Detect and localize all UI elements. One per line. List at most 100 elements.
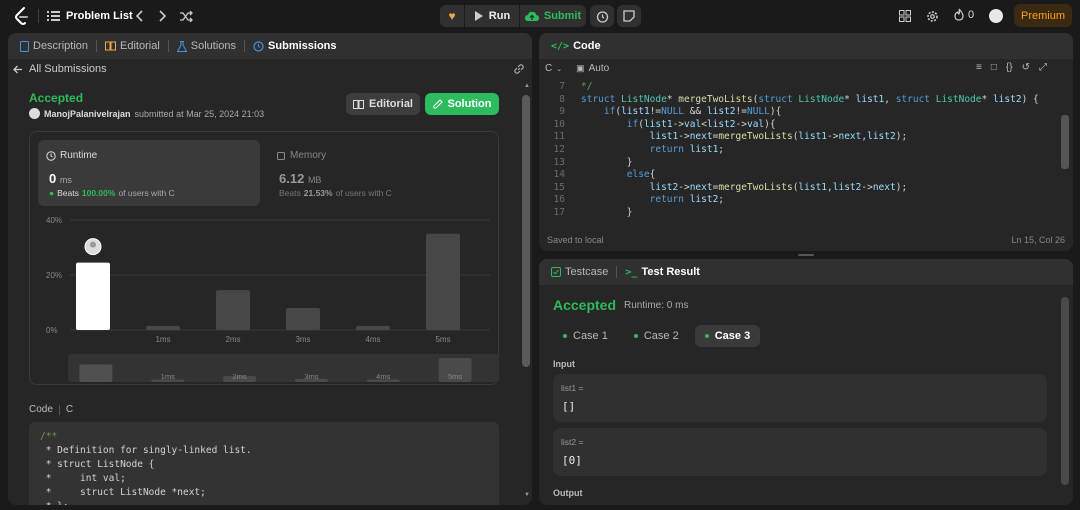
leetcode-logo-icon[interactable] — [14, 7, 30, 28]
result-scrollbar-thumb[interactable] — [1061, 297, 1069, 485]
tab-solutions[interactable]: Solutions — [173, 40, 240, 52]
left-panel: Description Editorial Solutions Submissi… — [8, 33, 532, 505]
notes-button[interactable] — [617, 5, 641, 27]
tab-submissions-label: Submissions — [268, 40, 337, 52]
memory-label: Memory — [276, 150, 326, 161]
case-2-tab[interactable]: Case 2 — [624, 325, 689, 347]
note-icon — [623, 10, 635, 22]
chart-bar[interactable] — [216, 290, 250, 330]
chart-bar[interactable] — [356, 325, 390, 330]
editor-line: 7 */ — [547, 81, 1057, 94]
editor-scrollbar-thumb[interactable] — [1061, 115, 1069, 169]
gear-icon[interactable] — [925, 9, 939, 23]
runtime-stat[interactable]: Runtime 0 ms ● Beats 100.00% of users wi… — [38, 140, 260, 206]
scrollbar[interactable]: ▲ ▼ — [521, 83, 530, 505]
editor-line: 10 if(list1->val<list2->val){ — [547, 119, 1057, 132]
chart-bar[interactable] — [76, 262, 110, 330]
runtime-label: Runtime — [46, 150, 97, 161]
tab-description[interactable]: Description — [16, 40, 92, 52]
edit-icon — [433, 99, 443, 109]
code-editor[interactable]: 7 */8 struct ListNode* mergeTwoLists(struc… — [547, 81, 1057, 221]
memory-label-text: Memory — [290, 150, 327, 161]
chart-bar[interactable] — [146, 325, 180, 330]
case-3-tab[interactable]: Case 3 — [694, 325, 761, 347]
document-icon — [20, 40, 29, 52]
terminal-icon: >_ — [625, 266, 638, 278]
editor-line: 9 if(list1!=NULL && list2!=NULL){ — [547, 106, 1057, 119]
shuffle-icon[interactable] — [178, 8, 194, 24]
tab-submissions[interactable]: Submissions — [249, 40, 340, 52]
streak-counter[interactable]: 0 — [954, 8, 974, 21]
output-label: Output — [553, 488, 583, 498]
chart-bar[interactable] — [426, 233, 460, 330]
flask-icon — [176, 40, 187, 52]
result-scrollbar[interactable] — [1061, 291, 1069, 501]
editor-line: 8 struct ListNode* mergeTwoLists(struct L… — [547, 94, 1057, 107]
auto-mode[interactable]: ▣ Auto — [576, 63, 609, 74]
result-status: Accepted — [553, 297, 617, 313]
tab-editorial[interactable]: Editorial — [101, 40, 164, 52]
case-1-tab[interactable]: Case 1 — [553, 325, 618, 347]
editor-toolbar: C ⌄ ▣ Auto — [545, 63, 609, 74]
mini-chart-label: 1ms — [161, 372, 175, 381]
tab-test-result[interactable]: >_ Test Result — [621, 266, 704, 278]
debug-button[interactable]: ♥ — [440, 5, 464, 27]
code-line: * struct ListNode *next; — [40, 487, 206, 498]
list2-field[interactable]: list2 = [0] — [553, 428, 1047, 476]
list1-field[interactable]: list1 = [] — [553, 374, 1047, 422]
problem-list-link[interactable]: Problem List — [66, 10, 133, 22]
mini-chart-label: 4ms — [376, 372, 390, 381]
runtime-distribution-chart[interactable]: 40% 20% 0% 1ms 2ms 3ms 4ms 5ms — [30, 212, 498, 344]
user-avatar[interactable] — [29, 108, 40, 119]
runtime-range-selector[interactable]: 1ms 2ms 3ms 4ms 5ms — [68, 354, 499, 382]
code-icon: </> — [551, 40, 570, 52]
tab-testcase-label: Testcase — [565, 266, 609, 278]
solution-button[interactable]: Solution — [425, 93, 499, 115]
tab-testcase[interactable]: Testcase — [547, 266, 612, 278]
test-result-panel: Testcase >_ Test Result Accepted Runtime… — [539, 259, 1073, 505]
timer-button[interactable] — [590, 5, 614, 27]
line-number: 16 — [553, 194, 565, 206]
line-number: 15 — [553, 181, 565, 193]
flame-icon — [954, 8, 964, 21]
memory-stat[interactable]: Memory 6.12 MB Beats 21.53% of users wit… — [268, 140, 490, 206]
username[interactable]: ManojPalanivelrajan — [44, 109, 131, 119]
bookmark-icon[interactable]: □ — [991, 62, 997, 73]
list-icon[interactable] — [46, 8, 60, 24]
format-icon[interactable]: ≡ — [976, 62, 982, 73]
tab-code[interactable]: </> Code — [547, 40, 605, 52]
editorial-button[interactable]: Editorial — [346, 93, 420, 115]
submit-button[interactable]: Submit — [520, 5, 586, 27]
performance-card: Runtime 0 ms ● Beats 100.00% of users wi… — [29, 131, 499, 385]
avatar[interactable] — [989, 9, 1003, 23]
memory-value: 6.12 MB — [279, 171, 322, 186]
input-label: Input — [553, 359, 575, 369]
editor-line: 13 } — [547, 157, 1057, 170]
language-select[interactable]: C ⌄ — [545, 63, 562, 74]
streak-count: 0 — [968, 8, 975, 21]
scroll-down-icon[interactable]: ▼ — [524, 492, 530, 498]
line-number: 14 — [553, 169, 565, 181]
resize-handle[interactable] — [798, 254, 814, 256]
alarm-clock-icon — [596, 10, 608, 23]
history-icon — [253, 40, 264, 52]
divider — [167, 40, 169, 52]
submitted-at: submitted at Mar 25, 2024 21:03 — [134, 108, 265, 119]
chevron-right-icon[interactable] — [156, 8, 168, 24]
chevron-left-icon[interactable] — [134, 8, 146, 24]
arrow-left-icon — [13, 65, 22, 73]
run-button[interactable]: Run — [465, 5, 519, 27]
play-icon — [474, 11, 483, 21]
premium-button[interactable]: Premium — [1014, 4, 1072, 27]
scrollbar-thumb[interactable] — [522, 95, 530, 367]
all-submissions-link[interactable]: All Submissions — [13, 63, 107, 75]
link-icon[interactable] — [513, 63, 525, 75]
reset-icon[interactable]: ↺ — [1022, 62, 1030, 73]
chart-bar[interactable] — [286, 308, 320, 330]
expand-icon[interactable]: ⤢ — [1039, 62, 1047, 73]
layout-grid-icon[interactable] — [898, 9, 912, 23]
braces-icon[interactable]: {} — [1006, 62, 1013, 73]
editor-line: 11 list1->next=mergeTwoLists(list1->next… — [547, 131, 1057, 144]
submitted-code-block[interactable]: /** * Definition for singly-linked list.… — [29, 422, 499, 505]
scroll-up-icon[interactable]: ▲ — [524, 83, 530, 89]
